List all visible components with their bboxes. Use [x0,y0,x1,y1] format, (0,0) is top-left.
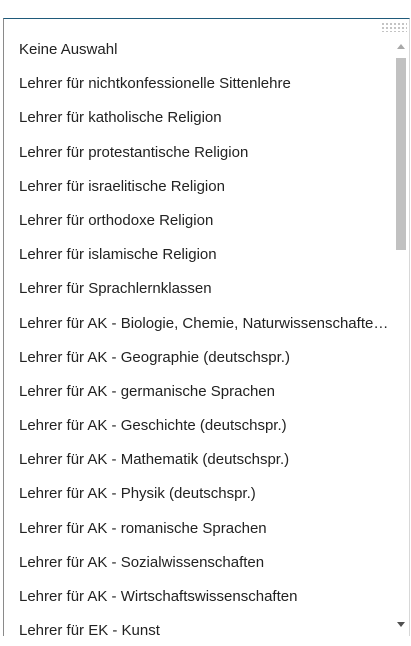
option-item[interactable]: Lehrer für AK - Biologie, Chemie, Naturw… [4,314,389,348]
scroll-up-arrow-icon[interactable] [397,44,405,49]
vertical-scrollbar[interactable] [394,41,408,633]
option-item[interactable]: Lehrer für israelitische Religion [4,177,389,211]
option-item[interactable]: Lehrer für protestantische Religion [4,143,389,177]
option-item[interactable]: Lehrer für EK - Kunst [4,621,389,636]
scroll-down-arrow-icon[interactable] [397,622,405,627]
scrollbar-thumb[interactable] [396,58,406,250]
option-item[interactable]: Lehrer für AK - Geschichte (deutschspr.) [4,416,389,450]
resize-grip-icon[interactable] [381,22,407,32]
page: Keine Auswahl Lehrer für nichtkonfession… [0,0,411,646]
dropdown-list-panel: Keine Auswahl Lehrer für nichtkonfession… [3,18,410,636]
option-item[interactable]: Lehrer für katholische Religion [4,108,389,142]
option-item[interactable]: Lehrer für AK - germanische Sprachen [4,382,389,416]
option-item[interactable]: Lehrer für AK - Wirtschaftswissenschafte… [4,587,389,621]
option-item[interactable]: Lehrer für AK - Mathematik (deutschspr.) [4,450,389,484]
option-item[interactable]: Lehrer für orthodoxe Religion [4,211,389,245]
option-item[interactable]: Lehrer für Sprachlernklassen [4,279,389,313]
option-item[interactable]: Lehrer für AK - romanische Sprachen [4,519,389,553]
option-list: Keine Auswahl Lehrer für nichtkonfession… [4,40,393,636]
option-item[interactable]: Lehrer für AK - Sozialwissenschaften [4,553,389,587]
option-item[interactable]: Keine Auswahl [4,40,389,74]
option-item[interactable]: Lehrer für nichtkonfessionelle Sittenleh… [4,74,389,108]
option-item[interactable]: Lehrer für islamische Religion [4,245,389,279]
option-item[interactable]: Lehrer für AK - Physik (deutschspr.) [4,484,389,518]
option-item[interactable]: Lehrer für AK - Geographie (deutschspr.) [4,348,389,382]
